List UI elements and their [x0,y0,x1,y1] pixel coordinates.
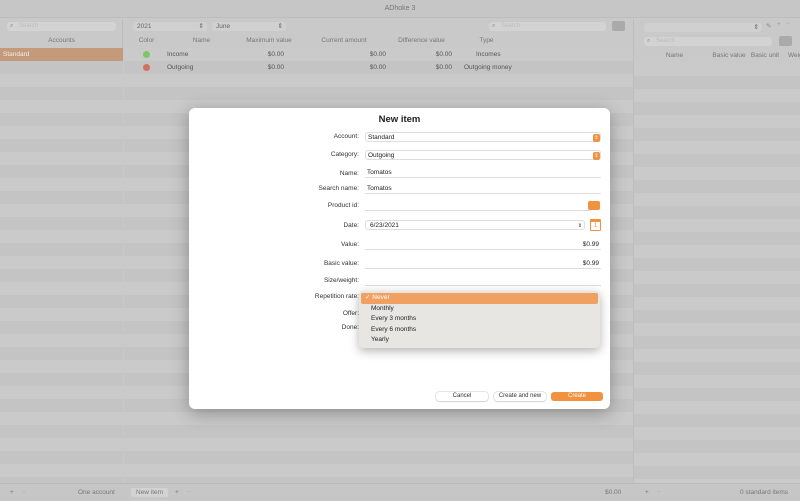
year-select[interactable]: 2021 ⇕ [133,22,207,31]
column-type[interactable]: Type [459,35,514,47]
standard-items-count: 0 standard items [740,489,789,496]
category-select[interactable]: Outgoing ⇕ [365,150,601,160]
row-max: $0.00 [267,64,284,71]
value-label: Value: [341,241,359,248]
remove-item-icon[interactable]: − [187,484,191,501]
month-select[interactable]: June ⇕ [212,22,286,31]
standard-items-list [634,63,800,483]
sidebar: ⌕ Search Accounts Standard [0,19,123,483]
column-difference-value[interactable]: Difference value [389,35,454,47]
name-label: Name: [339,170,359,177]
app-title: ADhoke 3 [384,5,416,12]
new-item-button[interactable]: New item [131,488,169,497]
row-diff: $0.00 [435,51,452,58]
row-diff: $0.00 [435,64,452,71]
menu-item-monthly[interactable]: Monthly [361,304,598,315]
color-dot [143,64,150,71]
camera-icon[interactable] [588,201,600,210]
accounts-header[interactable]: Accounts [0,35,123,47]
add-standard-icon[interactable]: + [645,484,649,501]
camera-icon[interactable] [779,36,792,46]
repetition-rate-label: Repetition rate: [314,293,359,300]
date-field[interactable]: 6/23/2021 ⇕ [365,220,585,230]
search-name-field[interactable]: Tomatos [365,184,601,194]
category-label: Category: [330,151,359,158]
row-type: Incomes [476,51,501,58]
table-row[interactable]: Income $0.00 $0.00 $0.00 Incomes [124,48,633,61]
sidebar-item-standard[interactable]: Standard [0,48,123,61]
menu-item-every-3-months[interactable]: Every 3 months [361,314,598,325]
value-field[interactable]: $0.99 [365,240,601,250]
search-name-label: Search name: [318,185,359,192]
name-field[interactable]: Tomatos [365,168,601,178]
new-item-dialog: New item Account: Standard ⇕ Category: Ou… [189,108,610,409]
standard-select[interactable]: ⇕ [644,23,762,32]
basic-value-field[interactable]: $0.99 [365,259,601,269]
basic-value-label: Basic value: [323,260,359,267]
right-search-input[interactable]: ⌕ Search [644,37,772,46]
remove-icon[interactable]: − [786,21,790,28]
column-color[interactable]: Color [134,35,159,47]
create-and-new-button[interactable]: Create and new [494,392,546,401]
add-account-icon[interactable]: + [10,484,14,501]
cancel-button[interactable]: Cancel [436,392,488,401]
column-name[interactable]: Name [164,35,239,47]
row-name: Outgoing [167,64,194,71]
date-stepper-icon[interactable]: ⇕ [578,221,582,231]
right-panel: ⇕ ✎ + − ⌕ Search Name Basic value Basic u… [633,19,800,483]
calendar-icon[interactable]: 1 [590,219,601,231]
camera-icon[interactable] [612,21,625,31]
offer-label: Offer: [342,310,359,317]
column-maximum-value[interactable]: Maximum value [239,35,299,47]
menu-item-yearly[interactable]: Yearly [361,335,598,346]
pencil-icon[interactable]: ✎ [766,22,771,30]
main-search-input[interactable]: ⌕ Search [489,22,606,31]
menu-item-never[interactable]: ✓ Never [361,293,598,304]
account-label: Account: [333,133,359,140]
column-basic-unit[interactable]: Basic unit [750,50,780,62]
product-id-label: Product id: [327,202,359,209]
column-current-amount[interactable]: Current amount [309,35,379,47]
create-button[interactable]: Create [551,392,603,401]
add-icon[interactable]: + [777,21,781,28]
dialog-title: New item [378,114,421,125]
color-dot [143,51,150,58]
account-select[interactable]: Standard ⇕ [365,132,601,142]
menu-item-every-6-months[interactable]: Every 6 months [361,325,598,336]
sidebar-search-input[interactable]: ⌕ Search [7,22,116,31]
row-name: Income [167,51,189,58]
repetition-rate-menu[interactable]: ✓ Never Monthly Every 3 months Every 6 m… [359,291,600,348]
search-icon: ⌕ [10,23,14,29]
column-basic-value[interactable]: Basic value [712,50,746,62]
date-label: Date: [343,222,359,229]
remove-account-icon[interactable]: − [22,484,26,501]
chevron-updown-icon: ⇕ [198,23,204,30]
bottom-bar: + − One account New item + − $0.00 + − 0… [0,483,800,500]
product-id-field[interactable] [365,201,591,211]
total-amount: $0.00 [605,489,622,496]
done-label: Done: [341,324,359,331]
chevron-updown-icon: ⇕ [277,23,283,30]
table-row[interactable]: Outgoing $0.00 $0.00 $0.00 Outgoing mone… [124,61,633,74]
size-weight-field[interactable] [365,276,601,286]
add-item-icon[interactable]: + [175,484,179,501]
chevron-updown-icon: ⇕ [593,134,600,142]
search-icon: ⌕ [492,23,496,29]
size-weight-label: Size/weight: [323,277,359,284]
account-count: One account [78,489,115,496]
column-name[interactable]: Name [662,50,687,62]
search-icon: ⌕ [647,38,651,44]
remove-standard-icon[interactable]: − [657,484,661,501]
row-current: $0.00 [369,51,386,58]
row-type: Outgoing money [464,64,512,71]
chevron-updown-icon: ⇕ [593,152,600,160]
chevron-updown-icon: ⇕ [753,24,759,31]
title-bar: ADhoke 3 [0,0,800,18]
row-max: $0.00 [267,51,284,58]
row-current: $0.00 [369,64,386,71]
accounts-list [0,48,123,483]
column-weight[interactable]: Weig [788,50,800,62]
